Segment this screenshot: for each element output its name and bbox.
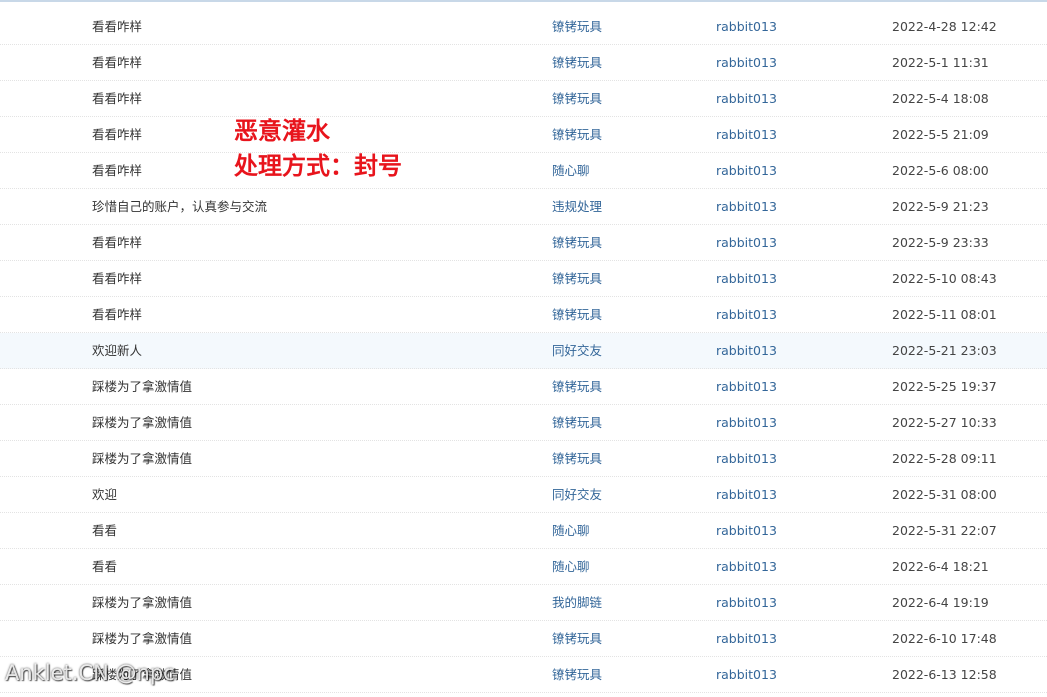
- post-title-link[interactable]: 踩楼为了拿激情值: [92, 585, 192, 620]
- forum-link[interactable]: 随心聊: [552, 153, 590, 188]
- post-title-link[interactable]: 看看: [92, 549, 117, 584]
- table-row: 踩楼为了拿激情值 镣铐玩具 rabbit013 2022-6-10 17:48: [0, 621, 1047, 657]
- author-link[interactable]: rabbit013: [716, 657, 777, 692]
- post-time: 2022-5-9 21:23: [892, 199, 989, 214]
- post-title-link[interactable]: 看看咋样: [92, 45, 142, 80]
- table-row-hovered: 欢迎新人 同好交友 rabbit013 2022-5-21 23:03: [0, 333, 1047, 369]
- post-title-link[interactable]: 看看: [92, 513, 117, 548]
- author-link[interactable]: rabbit013: [716, 585, 777, 620]
- author-link[interactable]: rabbit013: [716, 153, 777, 188]
- post-title-link[interactable]: 看看咋样: [92, 81, 142, 116]
- author-link[interactable]: rabbit013: [716, 333, 777, 368]
- forum-link[interactable]: 镣铐玩具: [552, 297, 602, 332]
- table-row: 欢迎 同好交友 rabbit013 2022-5-31 08:00: [0, 477, 1047, 513]
- post-time: 2022-5-31 22:07: [892, 523, 997, 538]
- post-time: 2022-4-28 12:42: [892, 19, 997, 34]
- author-link[interactable]: rabbit013: [716, 117, 777, 152]
- table-row: 看看咋样 镣铐玩具 rabbit013 2022-5-9 23:33: [0, 225, 1047, 261]
- forum-link[interactable]: 镣铐玩具: [552, 225, 602, 260]
- table-row: 看看 随心聊 rabbit013 2022-5-31 22:07: [0, 513, 1047, 549]
- forum-link[interactable]: 随心聊: [552, 513, 590, 548]
- post-title-link[interactable]: 看看咋样: [92, 117, 142, 152]
- forum-link[interactable]: 违规处理: [552, 189, 602, 224]
- forum-link[interactable]: 镣铐玩具: [552, 369, 602, 404]
- post-title-link[interactable]: 踩楼为了拿激情值: [92, 369, 192, 404]
- post-title-link[interactable]: 踩楼为了拿激情值: [92, 441, 192, 476]
- post-title-link[interactable]: 踩楼为了拿激情值: [92, 621, 192, 656]
- author-link[interactable]: rabbit013: [716, 441, 777, 476]
- table-row: 看看咋样 镣铐玩具 rabbit013 2022-4-28 12:42: [0, 9, 1047, 45]
- post-title-link[interactable]: 看看咋样: [92, 261, 142, 296]
- author-link[interactable]: rabbit013: [716, 189, 777, 224]
- annotation-reason: 恶意灌水: [234, 117, 330, 145]
- post-title-link[interactable]: 欢迎: [92, 477, 117, 512]
- forum-link[interactable]: 镣铐玩具: [552, 261, 602, 296]
- author-link[interactable]: rabbit013: [716, 369, 777, 404]
- forum-link[interactable]: 同好交友: [552, 477, 602, 512]
- post-time: 2022-5-21 23:03: [892, 343, 997, 358]
- forum-link[interactable]: 镣铐玩具: [552, 621, 602, 656]
- table-row: 踩楼为了拿激情值 镣铐玩具 rabbit013 2022-5-27 10:33: [0, 405, 1047, 441]
- post-time: 2022-5-28 09:11: [892, 451, 997, 466]
- table-row: 看看咋样 镣铐玩具 rabbit013 2022-5-1 11:31: [0, 45, 1047, 81]
- forum-link[interactable]: 镣铐玩具: [552, 657, 602, 692]
- table-row: 看看咋样 镣铐玩具 rabbit013 2022-5-4 18:08: [0, 81, 1047, 117]
- table-top-border: [0, 0, 1047, 2]
- post-time: 2022-5-31 08:00: [892, 487, 997, 502]
- post-time: 2022-5-25 19:37: [892, 379, 997, 394]
- author-link[interactable]: rabbit013: [716, 261, 777, 296]
- post-title-link[interactable]: 看看咋样: [92, 297, 142, 332]
- forum-link[interactable]: 镣铐玩具: [552, 45, 602, 80]
- forum-link[interactable]: 镣铐玩具: [552, 117, 602, 152]
- author-link[interactable]: rabbit013: [716, 405, 777, 440]
- author-link[interactable]: rabbit013: [716, 477, 777, 512]
- post-time: 2022-5-10 08:43: [892, 271, 997, 286]
- post-title-link[interactable]: 踩楼为了拿激情值: [92, 405, 192, 440]
- author-link[interactable]: rabbit013: [716, 297, 777, 332]
- annotation-action: 处理方式：封号: [234, 152, 402, 180]
- post-time: 2022-6-13 12:58: [892, 667, 997, 682]
- table-row: 踩楼为了拿激情值 镣铐玩具 rabbit013 2022-5-25 19:37: [0, 369, 1047, 405]
- author-link[interactable]: rabbit013: [716, 513, 777, 548]
- post-title-link[interactable]: 看看咋样: [92, 153, 142, 188]
- table-row: 珍惜自己的账户，认真参与交流 违规处理 rabbit013 2022-5-9 2…: [0, 189, 1047, 225]
- post-time: 2022-5-9 23:33: [892, 235, 989, 250]
- post-title-link[interactable]: 看看咋样: [92, 9, 142, 44]
- post-time: 2022-5-4 18:08: [892, 91, 989, 106]
- post-time: 2022-6-4 19:19: [892, 595, 989, 610]
- post-time: 2022-6-10 17:48: [892, 631, 997, 646]
- forum-link[interactable]: 同好交友: [552, 333, 602, 368]
- author-link[interactable]: rabbit013: [716, 621, 777, 656]
- author-link[interactable]: rabbit013: [716, 81, 777, 116]
- post-time: 2022-5-11 08:01: [892, 307, 997, 322]
- forum-link[interactable]: 镣铐玩具: [552, 9, 602, 44]
- table-row: 看看咋样 镣铐玩具 rabbit013 2022-5-5 21:09: [0, 117, 1047, 153]
- moderation-annotation: 恶意灌水 处理方式：封号: [234, 114, 402, 184]
- forum-link[interactable]: 我的脚链: [552, 585, 602, 620]
- post-time: 2022-6-4 18:21: [892, 559, 989, 574]
- table-row: 看看咋样 镣铐玩具 rabbit013 2022-5-11 08:01: [0, 297, 1047, 333]
- post-time: 2022-5-27 10:33: [892, 415, 997, 430]
- post-time: 2022-5-5 21:09: [892, 127, 989, 142]
- post-time: 2022-5-1 11:31: [892, 55, 989, 70]
- table-row: 看看咋样 随心聊 rabbit013 2022-5-6 08:00: [0, 153, 1047, 189]
- table-row: 看看咋样 镣铐玩具 rabbit013 2022-5-10 08:43: [0, 261, 1047, 297]
- table-row: 踩楼为了拿激情值 我的脚链 rabbit013 2022-6-4 19:19: [0, 585, 1047, 621]
- table-row: 踩楼为了拿激情值 镣铐玩具 rabbit013 2022-5-28 09:11: [0, 441, 1047, 477]
- author-link[interactable]: rabbit013: [716, 225, 777, 260]
- post-title-link[interactable]: 珍惜自己的账户，认真参与交流: [92, 189, 267, 224]
- post-list-table: 看看咋样 镣铐玩具 rabbit013 2022-4-28 12:42 看看咋样…: [0, 9, 1047, 693]
- author-link[interactable]: rabbit013: [716, 45, 777, 80]
- author-link[interactable]: rabbit013: [716, 9, 777, 44]
- watermark: Anklet.CN @npc: [5, 661, 175, 685]
- forum-link[interactable]: 镣铐玩具: [552, 405, 602, 440]
- post-title-link[interactable]: 欢迎新人: [92, 333, 142, 368]
- author-link[interactable]: rabbit013: [716, 549, 777, 584]
- post-time: 2022-5-6 08:00: [892, 163, 989, 178]
- table-row: 看看 随心聊 rabbit013 2022-6-4 18:21: [0, 549, 1047, 585]
- forum-link[interactable]: 镣铐玩具: [552, 441, 602, 476]
- forum-link[interactable]: 镣铐玩具: [552, 81, 602, 116]
- forum-link[interactable]: 随心聊: [552, 549, 590, 584]
- post-title-link[interactable]: 看看咋样: [92, 225, 142, 260]
